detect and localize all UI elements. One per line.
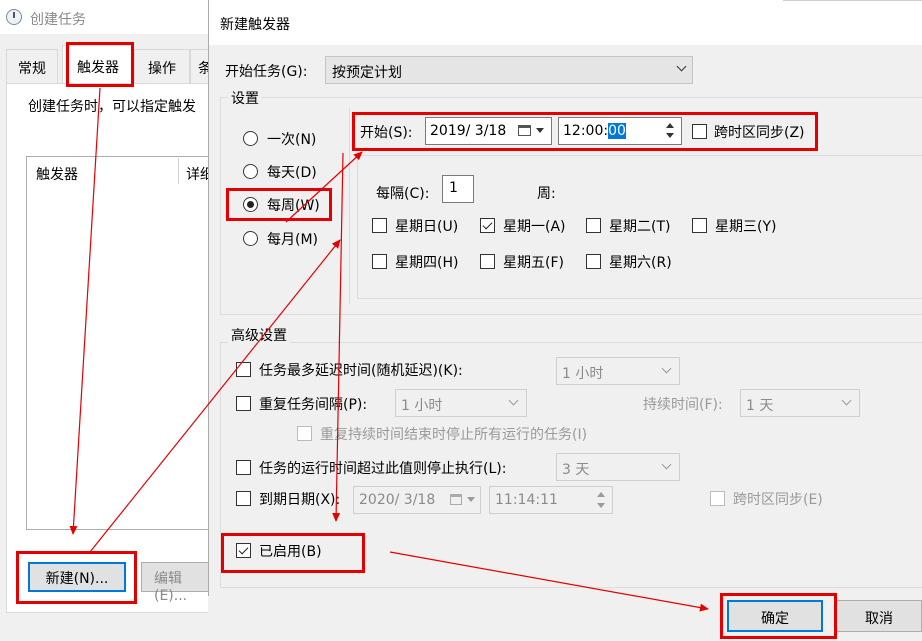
stop-if-longer-label[interactable]: 任务的运行时间超过此值则停止执行(L): [259, 458, 506, 478]
recur-every-label: 每隔(C): [376, 186, 430, 202]
edit-trigger-button[interactable]: 编辑(E)... [141, 562, 215, 604]
begin-task-label: 开始任务(G): [225, 64, 308, 80]
duration-select[interactable]: 1 天 [740, 389, 860, 417]
radio-once[interactable] [243, 131, 258, 146]
weekday-wednesday-checkbox[interactable] [692, 218, 707, 233]
dialog-titlebar [209, 0, 922, 45]
begin-task-value: 按预定计划 [332, 65, 402, 81]
duration-label: 持续时间(F): [643, 397, 723, 413]
weekday-friday-checkbox[interactable] [480, 254, 495, 269]
expire-sync-timezone-checkbox[interactable] [710, 491, 725, 506]
column-header-trigger[interactable]: 触发器 [36, 164, 78, 184]
delay-checkbox[interactable] [236, 362, 251, 377]
begin-task-select[interactable]: 按预定计划 [325, 56, 693, 84]
annotation-box-ok [720, 593, 837, 639]
chevron-down-icon [508, 395, 519, 406]
weekday-wednesday-label[interactable]: 星期三(Y) [715, 216, 776, 236]
window-edge [783, 0, 922, 1]
annotation-box-new-button [16, 551, 137, 604]
repeat-interval-select[interactable]: 1 小时 [395, 389, 527, 417]
expire-time-value: 11:14:11 [495, 492, 558, 508]
weekday-friday-label[interactable]: 星期五(F) [503, 252, 564, 272]
weekday-tuesday-checkbox[interactable] [586, 218, 601, 233]
spin-up-icon[interactable] [597, 492, 605, 497]
expire-sync-timezone-label[interactable]: 跨时区同步(E) [733, 489, 823, 509]
radio-daily[interactable] [243, 164, 258, 179]
annotation-box-weekly [226, 188, 332, 221]
spin-down-icon[interactable] [597, 503, 605, 508]
annotation-box-triggers-tab [66, 42, 134, 87]
repeat-checkbox[interactable] [236, 396, 251, 411]
radio-monthly[interactable] [243, 231, 258, 246]
clock-icon [6, 9, 22, 25]
weekday-saturday-label[interactable]: 星期六(R) [609, 252, 672, 272]
settings-divider [349, 108, 350, 304]
expire-label[interactable]: 到期日期(X): [259, 489, 340, 509]
weekday-sunday-checkbox[interactable] [372, 218, 387, 233]
expire-date-value: 2020/ 3/18 [359, 492, 436, 508]
dropdown-arrow-icon[interactable] [467, 497, 475, 502]
chevron-down-icon [841, 395, 852, 406]
chevron-down-icon [676, 61, 687, 72]
repeat-interval-value: 1 小时 [401, 398, 443, 414]
chevron-down-icon [661, 459, 672, 470]
create-task-title: 创建任务 [30, 12, 86, 28]
calendar-icon[interactable] [450, 494, 462, 505]
weekday-tuesday-label[interactable]: 星期二(T) [609, 216, 670, 236]
radio-monthly-label[interactable]: 每月(M) [267, 229, 318, 249]
weekday-sunday-label[interactable]: 星期日(U) [395, 216, 458, 236]
stop-if-longer-checkbox[interactable] [236, 460, 251, 475]
tab-actions[interactable]: 操作 [134, 49, 190, 83]
weekday-thursday-label[interactable]: 星期四(H) [395, 252, 458, 272]
recur-every-input[interactable]: 1 [442, 175, 474, 203]
duration-value: 1 天 [746, 398, 774, 414]
radio-once-label[interactable]: 一次(N) [267, 129, 316, 149]
cancel-button[interactable]: 取消 [836, 600, 922, 632]
expire-checkbox[interactable] [236, 491, 251, 506]
weeks-label: 周: [537, 186, 556, 202]
weekday-saturday-checkbox[interactable] [586, 254, 601, 269]
delay-select[interactable]: 1 小时 [556, 357, 680, 385]
weekday-monday-label[interactable]: 星期一(A) [503, 216, 566, 236]
triggers-description: 创建任务时，可以指定触发 [28, 99, 196, 115]
settings-group-title: 设置 [228, 88, 262, 108]
annotation-box-start [352, 112, 818, 151]
chevron-down-icon [661, 363, 672, 374]
annotation-box-enabled [221, 533, 365, 573]
delay-label[interactable]: 任务最多延迟时间(随机延迟)(K): [259, 360, 463, 380]
weekday-monday-checkbox[interactable] [480, 218, 495, 233]
delay-value: 1 小时 [562, 366, 604, 382]
stop-if-longer-value: 3 天 [562, 462, 590, 478]
column-separator[interactable] [178, 158, 179, 184]
repeat-label[interactable]: 重复任务间隔(P): [259, 394, 367, 414]
stop-if-longer-select[interactable]: 3 天 [556, 453, 680, 481]
stop-at-duration-end-label[interactable]: 重复持续时间结束时停止所有运行的任务(I) [320, 424, 587, 444]
weekday-thursday-checkbox[interactable] [372, 254, 387, 269]
stop-at-duration-end-checkbox[interactable] [297, 426, 312, 441]
tab-general[interactable]: 常规 [6, 49, 58, 83]
radio-daily-label[interactable]: 每天(D) [267, 162, 317, 182]
advanced-settings-title: 高级设置 [228, 325, 290, 345]
triggers-list[interactable] [26, 156, 215, 530]
dialog-title: 新建触发器 [220, 17, 290, 33]
expire-time-input[interactable]: 11:14:11 [489, 486, 613, 514]
